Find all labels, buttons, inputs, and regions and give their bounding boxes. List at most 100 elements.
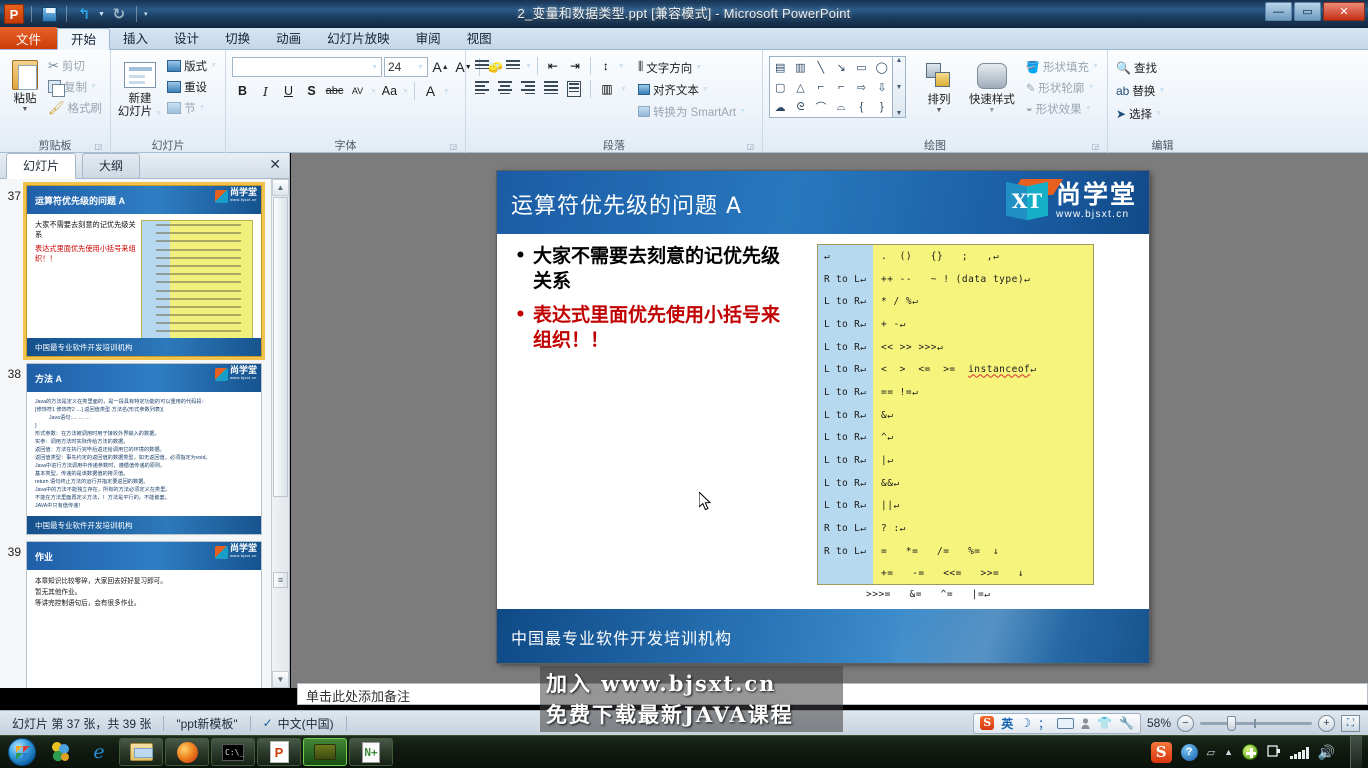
undo-icon[interactable]: ↰ xyxy=(74,4,94,24)
show-desktop-button[interactable] xyxy=(1350,735,1362,768)
shapes-gallery[interactable]: ▤ ▥ ╲ ↘ ▭ ◯ ▢ △ ⌐ ⌐ ⇨ ⇩ ☁ ᘓ ⌒ ⌓ {} xyxy=(769,56,893,118)
thumbnail-item-39[interactable]: 39 作业 尚学堂 www.bjsxt.cn 本章知识比较零碎，大家回去好好复习即… xyxy=(0,535,272,688)
taskbar-powerpoint[interactable]: P xyxy=(257,738,301,766)
shape-down-arrow-icon[interactable]: ⇩ xyxy=(877,81,886,94)
shape-effects-button[interactable]: ◒ 形状效果 ▼ xyxy=(1024,98,1101,119)
shirt-icon[interactable]: 👕 xyxy=(1097,716,1112,730)
zoom-in-button[interactable]: + xyxy=(1318,714,1335,732)
font-size-input[interactable]: 24 ▼ xyxy=(384,57,428,77)
select-dropdown-icon[interactable]: ▼ xyxy=(1155,110,1162,117)
close-button[interactable]: ✕ xyxy=(1323,2,1365,21)
reset-button[interactable]: 重设 xyxy=(165,76,219,97)
bold-button[interactable]: B xyxy=(232,81,253,101)
tab-file[interactable]: 文件 xyxy=(0,27,58,49)
shape-textbox-icon[interactable]: ▤ xyxy=(775,61,785,74)
tab-outline[interactable]: 大纲 xyxy=(82,153,141,178)
thumbnail-38[interactable]: 方法 A 尚学堂 www.bjsxt.cn Java的方法是定义在类里面的，是一段… xyxy=(26,363,262,535)
new-slide-dropdown-icon[interactable]: ▼ xyxy=(155,110,162,117)
section-dropdown-icon[interactable]: ▼ xyxy=(199,104,206,111)
shape-left-brace-icon[interactable]: { xyxy=(860,101,864,113)
tab-view[interactable]: 视图 xyxy=(454,27,505,49)
status-theme-name[interactable]: "ppt新模板" xyxy=(164,711,249,736)
section-button[interactable]: 节 ▼ xyxy=(165,97,219,118)
quick-styles-button[interactable]: 快速样式 ▼ xyxy=(964,56,1020,114)
tab-review[interactable]: 审阅 xyxy=(403,27,454,49)
paste-button[interactable]: 粘贴 ▼ xyxy=(6,55,44,113)
character-spacing-button[interactable]: AV xyxy=(347,81,368,101)
shape-oval-icon[interactable]: ◯ xyxy=(876,61,888,74)
current-slide[interactable]: 运算符优先级的问题 A XT 尚学堂 www.bjsxt.cn • 大家不需要去… xyxy=(497,171,1149,663)
taskbar-firefox[interactable] xyxy=(165,738,209,766)
numbering-icon[interactable] xyxy=(503,57,523,75)
layout-dropdown-icon[interactable]: ▼ xyxy=(210,62,217,69)
fit-slide-to-window-button[interactable]: ⛶ xyxy=(1341,714,1360,732)
font-name-dropdown-icon[interactable]: ▼ xyxy=(371,64,378,71)
taskbar-sogou[interactable] xyxy=(42,737,80,767)
justify-icon[interactable] xyxy=(541,80,561,98)
moon-icon[interactable]: ☽ xyxy=(1020,716,1031,730)
text-direction-dropdown-icon[interactable]: ▼ xyxy=(695,64,702,71)
columns-icon[interactable]: ▥ xyxy=(597,80,617,98)
copy-dropdown-icon[interactable]: ▼ xyxy=(90,83,97,90)
tab-slides[interactable]: 幻灯片 xyxy=(6,153,77,179)
quick-styles-dropdown-icon[interactable]: ▼ xyxy=(988,107,995,114)
shape-arrow-icon[interactable]: ↘ xyxy=(837,61,846,74)
increase-font-size-icon[interactable]: A ▲ xyxy=(430,57,451,77)
new-slide-button[interactable]: 新建 幻灯片 ▼ xyxy=(117,55,163,120)
start-button[interactable] xyxy=(2,737,42,767)
drawing-dialog-launcher-icon[interactable]: ◲ xyxy=(1091,142,1099,151)
italic-button[interactable]: I xyxy=(255,81,276,101)
scrollbar-thumb[interactable] xyxy=(273,197,288,497)
change-case-dropdown-icon[interactable]: ▼ xyxy=(402,88,409,95)
tray-help-icon[interactable]: ? xyxy=(1180,743,1198,761)
scroll-down-button[interactable]: ▼ xyxy=(272,671,289,688)
tray-network-icon[interactable] xyxy=(1290,746,1309,759)
ime-language-bar[interactable]: S 英 ☽ ； 👕 🔧 xyxy=(973,712,1141,734)
tab-slideshow[interactable]: 幻灯片放映 xyxy=(314,27,403,49)
replace-button[interactable]: ab 替换 ▼ xyxy=(1114,80,1167,101)
thumbnail-39[interactable]: 作业 尚学堂 www.bjsxt.cn 本章知识比较零碎，大家回去好好复习即可。 … xyxy=(26,541,262,688)
shape-effects-dropdown-icon[interactable]: ▼ xyxy=(1085,105,1092,112)
close-pane-icon[interactable]: ✕ xyxy=(269,156,281,173)
shape-triangle-icon[interactable]: △ xyxy=(796,81,804,94)
cut-button[interactable]: ✂ 剪切 xyxy=(46,55,104,76)
select-button[interactable]: ➤ 选择 ▼ xyxy=(1114,103,1167,124)
strikethrough-button[interactable]: abc xyxy=(324,81,345,101)
slide-title[interactable]: 运算符优先级的问题 A xyxy=(511,188,742,220)
person-icon[interactable] xyxy=(1081,717,1090,729)
maximize-button[interactable]: ▭ xyxy=(1294,2,1321,21)
copy-button[interactable]: 复制 ▼ xyxy=(46,76,104,97)
line-spacing-dropdown-icon[interactable]: ▼ xyxy=(618,63,625,70)
taskbar-windows-explorer[interactable] xyxy=(119,738,163,766)
shape-rectangle-icon[interactable]: ▭ xyxy=(856,61,866,74)
change-case-button[interactable]: Aa xyxy=(379,81,400,101)
align-text-dropdown-icon[interactable]: ▼ xyxy=(702,86,709,93)
tray-volume-icon[interactable]: 🔊 xyxy=(1318,744,1335,761)
text-direction-button[interactable]: ⫼ 文字方向 ▼ xyxy=(636,57,748,78)
tray-window-switch-icon[interactable]: ▱ xyxy=(1207,746,1215,759)
shape-line-icon[interactable]: ╲ xyxy=(818,61,825,74)
shape-curve-icon[interactable]: ⌓ xyxy=(837,101,846,114)
distribute-icon[interactable] xyxy=(564,80,584,98)
status-language[interactable]: ✓ 中文(中国) xyxy=(251,711,346,736)
numbering-dropdown-icon[interactable]: ▼ xyxy=(525,63,532,70)
wrench-icon[interactable]: 🔧 xyxy=(1119,716,1134,730)
shape-elbow-arrow-icon[interactable]: ⌐ xyxy=(838,81,844,93)
bullets-icon[interactable] xyxy=(472,57,492,75)
taskbar-internet-explorer[interactable]: e xyxy=(80,737,118,767)
shapes-gallery-scrollbar[interactable]: ▲ ▼ ▼ xyxy=(893,56,906,118)
align-left-icon[interactable] xyxy=(472,80,492,98)
tab-transitions[interactable]: 切换 xyxy=(212,27,263,49)
shapes-scroll-up-icon[interactable]: ▲ xyxy=(896,57,903,64)
keyboard-icon[interactable] xyxy=(1057,717,1075,729)
tray-expand-icon[interactable]: ▲ xyxy=(1224,747,1233,757)
shapes-scroll-down-icon[interactable]: ▼ xyxy=(896,84,903,91)
zoom-slider[interactable] xyxy=(1200,715,1312,731)
customize-qat-icon[interactable]: ▾ xyxy=(144,10,148,18)
columns-dropdown-icon[interactable]: ▼ xyxy=(620,86,627,93)
replace-dropdown-icon[interactable]: ▼ xyxy=(1158,87,1165,94)
shape-right-arrow-icon[interactable]: ⇨ xyxy=(857,81,866,94)
shape-scribble-icon[interactable]: ᘓ xyxy=(797,101,805,114)
character-spacing-dropdown-icon[interactable]: ▼ xyxy=(370,88,377,95)
arrange-button[interactable]: 排列 ▼ xyxy=(914,56,964,114)
